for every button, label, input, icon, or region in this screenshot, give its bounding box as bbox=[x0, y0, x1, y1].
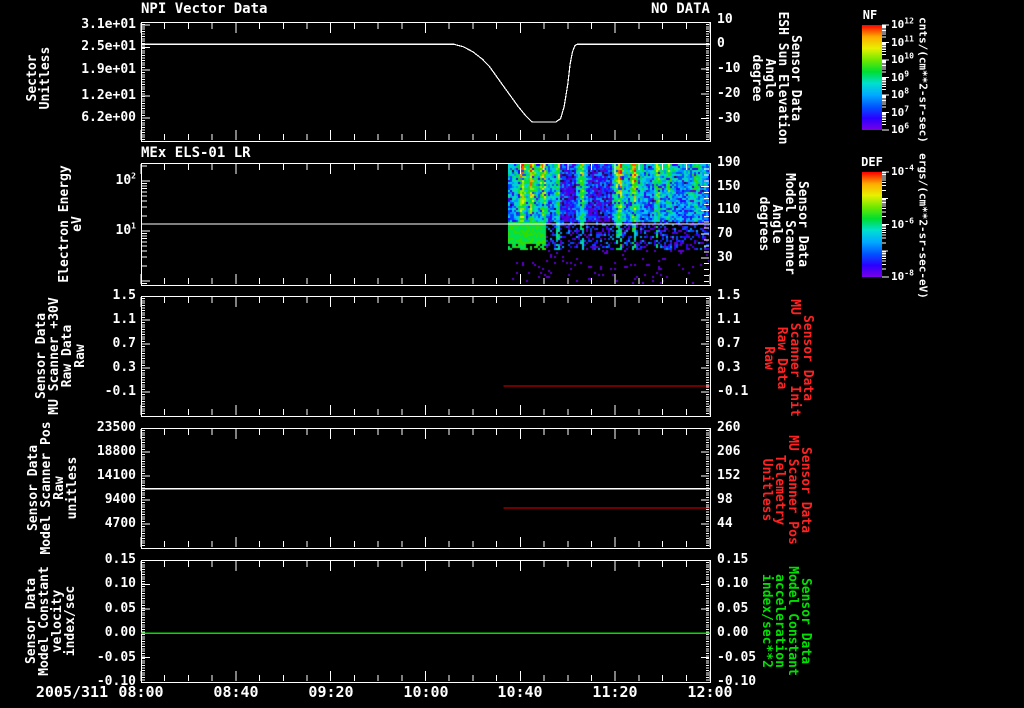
y-tick-label-left: 4700 bbox=[104, 516, 136, 531]
colorbar-def-gradient bbox=[862, 172, 882, 277]
y-tick-label-left: 3.1e+01 bbox=[81, 17, 136, 32]
panel2-title: MEx ELS-01 LR bbox=[141, 145, 251, 161]
y-tick-label-left: 6.2e+00 bbox=[81, 110, 136, 125]
x-tick-label: 11:20 bbox=[592, 683, 638, 701]
y-tick-label-right: 1.5 bbox=[717, 288, 741, 303]
colorbar-nf-title: NF bbox=[862, 8, 878, 22]
y-tick-label-left: 0.3 bbox=[112, 360, 136, 375]
colorbar-tick-label: 1010 bbox=[891, 51, 914, 66]
y-tick-label-left: 2.5e+01 bbox=[81, 39, 136, 54]
y-tick-label-left: 9400 bbox=[104, 492, 136, 507]
y-tick-label-left: 101 bbox=[115, 221, 136, 238]
y-tick-label-right: 44 bbox=[717, 516, 733, 531]
y-tick-label-right: 0 bbox=[717, 36, 725, 51]
y-tick-label-left: 0.7 bbox=[112, 336, 136, 351]
x-tick-label: 10:40 bbox=[497, 683, 543, 701]
panel4-left-axis-label: Sensor Data Model Scanner Pos Raw unitle… bbox=[26, 421, 80, 555]
els-spectrogram-canvas bbox=[508, 164, 709, 284]
y-tick-label-right: 206 bbox=[717, 444, 741, 459]
y-tick-label-right: 1.1 bbox=[717, 312, 741, 327]
colorbar-tick-label: 108 bbox=[891, 86, 910, 101]
y-tick-label-left: 23500 bbox=[96, 420, 136, 435]
y-tick-label-left: 1.5 bbox=[112, 288, 136, 303]
y-tick-label-right: 10 bbox=[717, 12, 733, 27]
panel1-title: NPI Vector Data bbox=[141, 1, 268, 17]
y-tick-label-left: 1.9e+01 bbox=[81, 62, 136, 77]
y-tick-label-right: 0.00 bbox=[717, 625, 749, 640]
y-tick-label-right: 98 bbox=[717, 492, 733, 507]
no-data-label: NO DATA bbox=[650, 1, 710, 17]
y-tick-label-left: 0.10 bbox=[104, 576, 136, 591]
y-tick-label-left: -0.05 bbox=[96, 650, 136, 665]
y-tick-label-left: 1.1 bbox=[112, 312, 136, 327]
y-tick-label-right: -20 bbox=[717, 86, 741, 101]
colorbar-tick-label: 106 bbox=[891, 121, 910, 136]
colorbar-tick-label: 10-4 bbox=[891, 163, 914, 178]
y-tick-label-right: 70 bbox=[717, 226, 733, 241]
y-tick-label-right: 30 bbox=[717, 250, 733, 265]
x-tick-label: 08:40 bbox=[213, 683, 259, 701]
y-tick-label-right: 0.10 bbox=[717, 576, 749, 591]
y-tick-label-right: 0.3 bbox=[717, 360, 741, 375]
y-tick-label-left: 0.05 bbox=[104, 601, 136, 616]
y-tick-label-left: 14100 bbox=[96, 468, 136, 483]
colorbar-nf-gradient bbox=[862, 25, 882, 130]
colorbar-tick-label: 10-6 bbox=[891, 216, 914, 231]
y-tick-label-right: -0.05 bbox=[717, 650, 757, 665]
x-tick-label: 10:00 bbox=[403, 683, 449, 701]
colorbar-tick-label: 107 bbox=[891, 104, 910, 119]
y-tick-label-right: 152 bbox=[717, 468, 741, 483]
y-tick-label-right: -0.1 bbox=[717, 384, 749, 399]
science-plot-page: NPI Vector Data NO DATA MEx ELS-01 LR Se… bbox=[0, 0, 1024, 708]
colorbar-tick-label: 1011 bbox=[891, 34, 914, 49]
colorbar-tick-label: 10-8 bbox=[891, 268, 914, 283]
y-tick-label-right: 150 bbox=[717, 179, 741, 194]
y-tick-label-left: 0.00 bbox=[104, 625, 136, 640]
colorbar-tick-label: 109 bbox=[891, 69, 910, 84]
colorbar-tick-label: 1012 bbox=[891, 16, 914, 31]
x-tick-label: 08:00 bbox=[118, 683, 164, 701]
y-tick-label-right: 0.15 bbox=[717, 552, 749, 567]
y-tick-label-right: -30 bbox=[717, 111, 741, 126]
y-tick-label-right: -10 bbox=[717, 61, 741, 76]
y-tick-label-left: 102 bbox=[115, 171, 136, 188]
y-tick-label-right: 0.05 bbox=[717, 601, 749, 616]
y-tick-label-left: 0.15 bbox=[104, 552, 136, 567]
y-tick-label-right: 260 bbox=[717, 420, 741, 435]
y-tick-label-right: 190 bbox=[717, 155, 741, 170]
y-tick-label-right: 0.7 bbox=[717, 336, 741, 351]
y-tick-label-left: 1.2e+01 bbox=[81, 88, 136, 103]
colorbar-def-title: DEF bbox=[861, 155, 883, 169]
x-tick-label: 09:20 bbox=[308, 683, 354, 701]
y-tick-label-left: -0.1 bbox=[104, 384, 136, 399]
x-tick-label: 12:00 bbox=[687, 683, 733, 701]
y-tick-label-left: 18800 bbox=[96, 444, 136, 459]
y-tick-label-right: 110 bbox=[717, 202, 741, 217]
